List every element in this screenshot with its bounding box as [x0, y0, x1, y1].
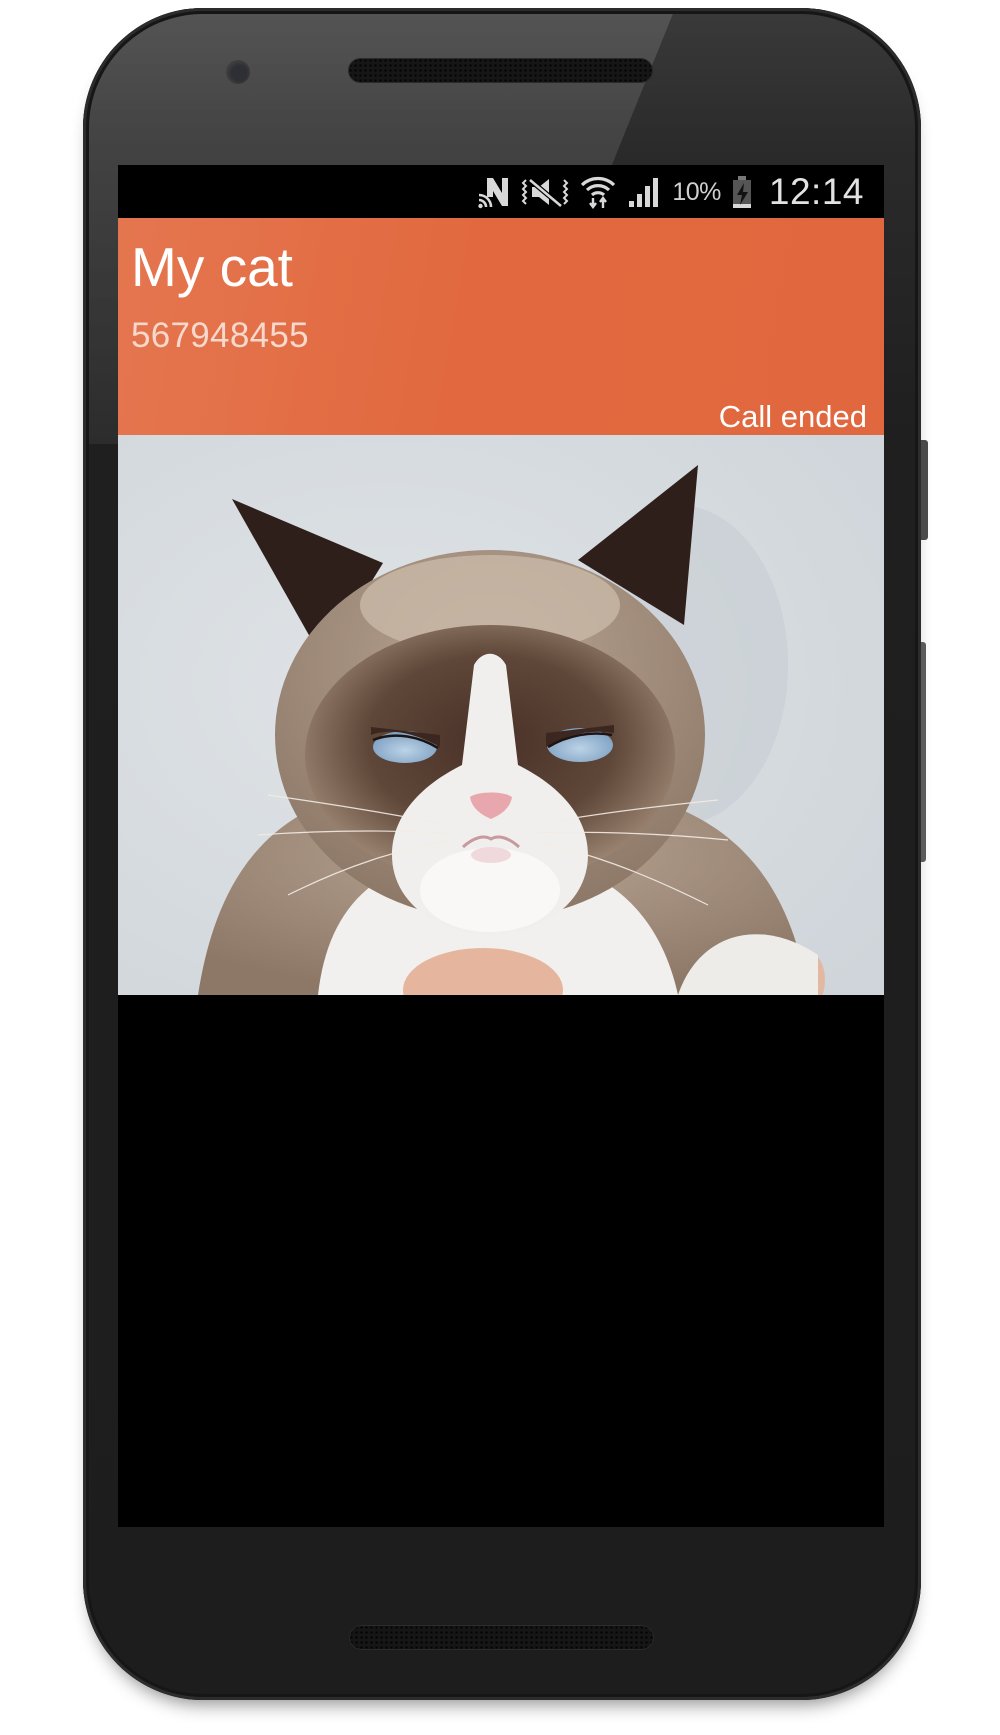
battery-charging-icon	[732, 175, 752, 209]
bottom-speaker-grille	[349, 1625, 654, 1650]
nfc-icon	[478, 175, 510, 209]
cat-illustration	[118, 435, 884, 995]
power-button[interactable]	[921, 440, 928, 540]
contact-photo	[118, 435, 884, 995]
battery-percentage: 10%	[672, 177, 721, 206]
front-camera	[226, 60, 250, 84]
status-icons: 10% 12:14	[478, 171, 864, 212]
contact-phone-number: 567948455	[131, 316, 309, 355]
wifi-data-icon	[580, 174, 616, 210]
status-clock: 12:14	[768, 171, 864, 212]
contact-name: My cat	[131, 236, 293, 298]
screen-empty-area	[118, 995, 884, 1527]
status-bar[interactable]: 10% 12:14	[118, 165, 884, 218]
earpiece-speaker-grille	[348, 58, 653, 83]
call-status: Call ended	[718, 399, 867, 434]
vibrate-mute-icon	[521, 176, 569, 208]
cell-signal-icon	[627, 176, 661, 208]
screen: 10% 12:14 My cat 567948455 Call ended	[118, 165, 884, 1527]
call-header: My cat 567948455 Call ended	[118, 218, 884, 435]
volume-rocker[interactable]	[921, 642, 926, 862]
